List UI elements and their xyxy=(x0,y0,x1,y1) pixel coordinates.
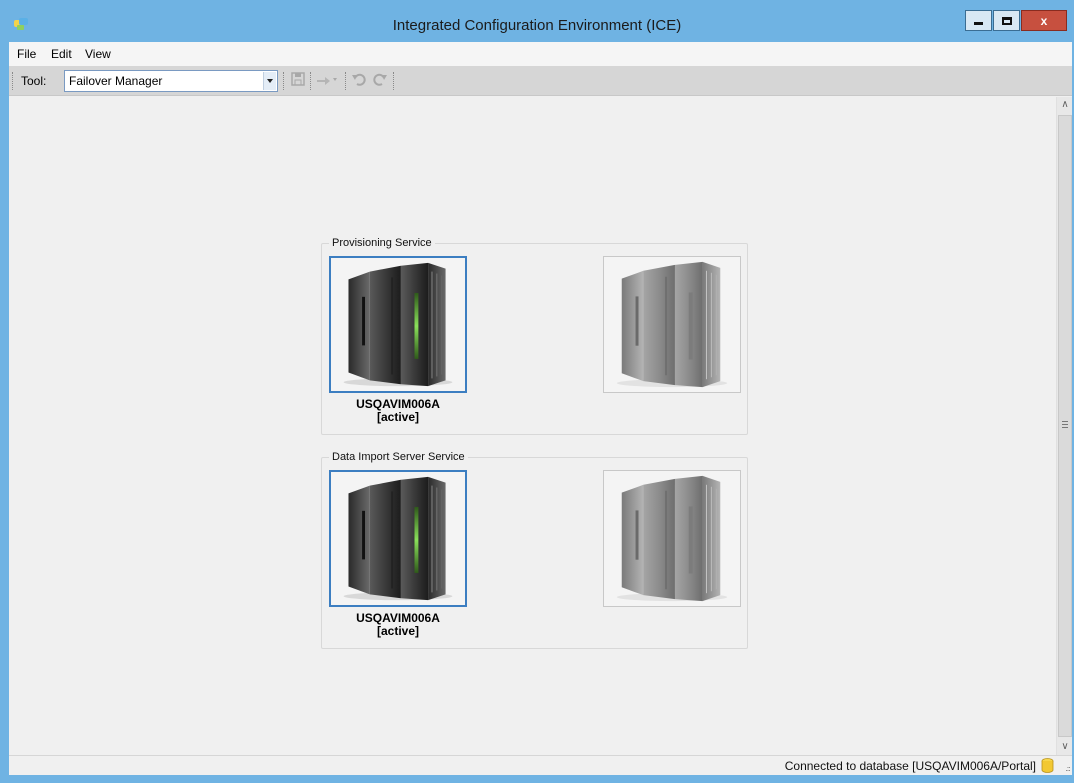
chevron-down-icon[interactable] xyxy=(263,72,276,90)
resize-grip-icon[interactable]: .:: xyxy=(1065,764,1071,773)
server-node-secondary[interactable] xyxy=(603,256,741,393)
database-icon xyxy=(1041,758,1054,773)
server-node-primary[interactable] xyxy=(329,256,467,393)
server-status: [active] xyxy=(376,410,420,424)
group-data-import-server-service: Data Import Server Service USQAVIM006A [… xyxy=(321,451,748,649)
redo-icon[interactable] xyxy=(371,71,389,89)
group-title: Provisioning Service xyxy=(329,237,435,249)
save-icon[interactable] xyxy=(289,71,307,89)
scroll-thumb[interactable] xyxy=(1058,115,1072,737)
toolbar: Tool: Failover Manager xyxy=(9,66,1072,96)
minimize-icon xyxy=(974,22,983,25)
server-status: [active] xyxy=(376,624,420,638)
maximize-button[interactable] xyxy=(993,10,1020,31)
maximize-icon xyxy=(1001,16,1012,25)
tool-select[interactable]: Failover Manager xyxy=(64,70,278,92)
grip-icon xyxy=(1062,421,1068,428)
undo-icon[interactable] xyxy=(350,71,368,89)
menu-bar: File Edit View xyxy=(9,42,1072,66)
app-window: Integrated Configuration Environment (IC… xyxy=(0,0,1074,783)
menu-edit[interactable]: Edit xyxy=(51,47,72,61)
toolbar-grip[interactable] xyxy=(393,72,395,90)
close-button[interactable]: x xyxy=(1021,10,1067,31)
server-icon xyxy=(616,475,728,602)
failover-canvas: Provisioning Service USQAVIM006A [active… xyxy=(9,97,1057,755)
toolbar-grip[interactable] xyxy=(283,72,285,90)
minimize-button[interactable] xyxy=(965,10,992,31)
server-icon xyxy=(343,262,453,387)
toolbar-grip[interactable] xyxy=(12,72,14,90)
group-provisioning-service: Provisioning Service USQAVIM006A [active… xyxy=(321,237,748,435)
server-node-secondary[interactable] xyxy=(603,470,741,607)
menu-file[interactable]: File xyxy=(17,47,36,61)
server-icon xyxy=(343,476,453,601)
scroll-up-icon[interactable]: ∧ xyxy=(1057,97,1073,113)
export-dropdown-icon[interactable] xyxy=(315,71,341,89)
menu-view[interactable]: View xyxy=(85,47,111,61)
client-area: File Edit View Tool: Failover Manager Pr… xyxy=(9,42,1072,775)
toolbar-grip[interactable] xyxy=(345,72,347,90)
connection-status: Connected to database [USQAVIM006A/Porta… xyxy=(784,759,1036,773)
server-node-label: USQAVIM006A [active] xyxy=(329,398,467,424)
server-icon xyxy=(616,261,728,388)
server-node-primary[interactable] xyxy=(329,470,467,607)
scroll-down-icon[interactable]: ∨ xyxy=(1057,739,1073,755)
tool-select-value: Failover Manager xyxy=(69,74,163,88)
tool-label: Tool: xyxy=(21,74,47,88)
server-node-label: USQAVIM006A [active] xyxy=(329,612,467,638)
close-icon: x xyxy=(1040,13,1048,28)
status-bar: Connected to database [USQAVIM006A/Porta… xyxy=(9,755,1072,775)
window-title: Integrated Configuration Environment (IC… xyxy=(392,17,682,34)
group-title: Data Import Server Service xyxy=(329,451,468,463)
toolbar-grip[interactable] xyxy=(310,72,312,90)
vertical-scrollbar[interactable]: ∧ ∨ xyxy=(1056,97,1072,755)
title-bar[interactable]: Integrated Configuration Environment (IC… xyxy=(0,0,1074,42)
